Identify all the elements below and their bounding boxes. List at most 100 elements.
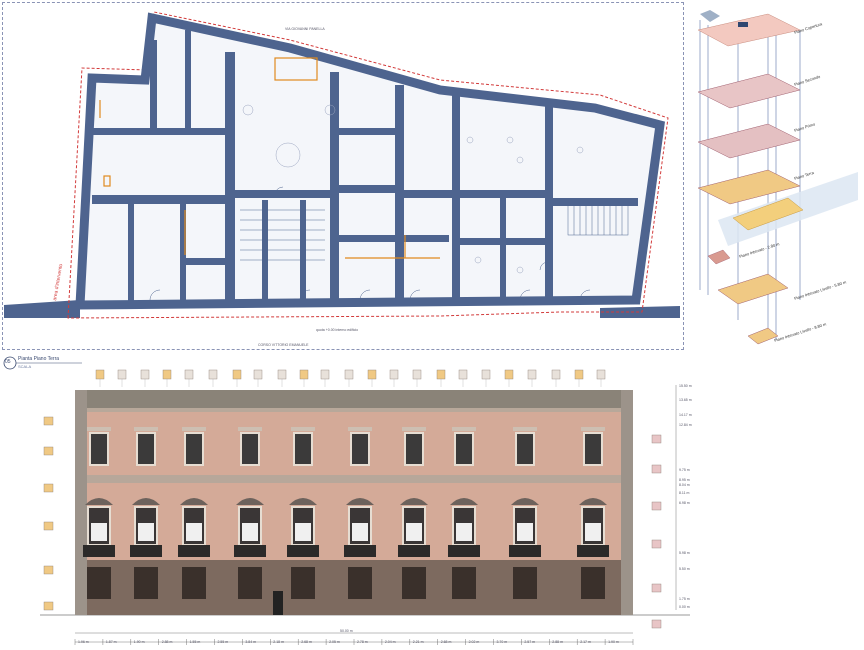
- dimension-label: 2.04 m: [384, 640, 396, 644]
- window-lintel: [238, 427, 262, 431]
- legend-swatch: [412, 369, 422, 380]
- balcony-railing: [234, 545, 266, 557]
- dimension-label: 1.96 m: [78, 640, 89, 644]
- elevation-label: 5.98 m: [679, 551, 690, 555]
- window-lintel: [581, 427, 605, 431]
- upper-window: [184, 432, 204, 466]
- ground-window-grille: [513, 567, 537, 599]
- dimension-label: 2.02 m: [468, 640, 480, 644]
- window-lintel: [452, 427, 476, 431]
- level-basement-2: [707, 249, 731, 265]
- ground-window-grille: [402, 567, 426, 599]
- ground-door: [273, 591, 283, 615]
- floor-plan: [4, 11, 680, 319]
- dimension-label: 3.70 m: [496, 640, 508, 644]
- window-panel: [585, 523, 601, 541]
- elevation-label: 13.65 m: [679, 398, 692, 402]
- ground-window-grille: [134, 567, 158, 599]
- dimension-label: 2.18 m: [273, 640, 284, 644]
- top-legend-icons: [95, 369, 606, 387]
- legend-swatch: [43, 521, 54, 531]
- balcony-railing: [398, 545, 430, 557]
- balcony-railing: [178, 545, 210, 557]
- roof-object: [700, 10, 720, 22]
- dimension-label: 3.84 m: [245, 640, 257, 644]
- legend-swatch: [651, 501, 662, 511]
- elevation-label: 15.50 m: [679, 384, 692, 388]
- elevation-label: 6.98 m: [679, 501, 690, 505]
- ground-window-grille: [348, 567, 372, 599]
- dimension-label: 2.55 m: [217, 640, 229, 644]
- level-basement-3: [717, 273, 789, 305]
- upper-window: [404, 432, 424, 466]
- ground-window-grille: [581, 567, 605, 599]
- elevation-label: 8.11 m: [679, 491, 690, 495]
- balcony-railing: [448, 545, 480, 557]
- window-lintel: [513, 427, 537, 431]
- upper-window: [89, 432, 109, 466]
- window-lintel: [182, 427, 206, 431]
- upper-window: [454, 432, 474, 466]
- legend-swatch: [299, 369, 309, 380]
- legend-swatch: [43, 416, 54, 426]
- window-lintel: [348, 427, 372, 431]
- elevation-label: 1.75 m: [679, 597, 690, 601]
- legend-swatch: [389, 369, 399, 380]
- legend-swatch: [43, 483, 54, 493]
- legend-swatch: [504, 369, 514, 380]
- upper-window: [515, 432, 535, 466]
- elevation-label: 5.50 m: [679, 567, 690, 571]
- window-panel: [186, 523, 202, 541]
- upper-window: [293, 432, 313, 466]
- dimension-label: 2.68 m: [440, 640, 452, 644]
- dimension-label: 2.78 m: [357, 640, 368, 644]
- elevation-label: 8.04 m: [679, 483, 690, 487]
- ground-window-grille: [291, 567, 315, 599]
- legend-swatch: [277, 369, 287, 380]
- window-panel: [517, 523, 533, 541]
- ground-window-grille: [87, 567, 111, 599]
- top-street-label: VIA GIOVANNI PANELLA: [285, 27, 325, 31]
- window-panel: [456, 523, 472, 541]
- ground-window-grille: [452, 567, 476, 599]
- facade-elevation: [40, 369, 690, 645]
- axonometric-view: [697, 10, 858, 345]
- window-lintel: [291, 427, 315, 431]
- legend-swatch: [651, 464, 662, 474]
- bottom-street-label: CORSO VITTORIO EMANUELE: [258, 343, 309, 347]
- dimension-label: 1.87 m: [105, 640, 117, 644]
- ground-window-grille: [182, 567, 206, 599]
- legend-swatch: [651, 583, 662, 593]
- dimension-label: 1.55 m: [189, 640, 201, 644]
- legend-swatch: [367, 369, 377, 380]
- elevation-label: 0.00 m: [679, 605, 690, 609]
- legend-swatch: [651, 434, 662, 444]
- balcony-railing: [130, 545, 162, 557]
- window-lintel: [87, 427, 111, 431]
- elevation-label: 9.75 m: [679, 468, 690, 472]
- balcony-railing: [577, 545, 609, 557]
- legend-swatch: [651, 539, 662, 549]
- legend-swatch: [320, 369, 330, 380]
- legend-swatch: [43, 565, 54, 575]
- level-first: [697, 123, 801, 159]
- legend-swatch: [162, 369, 172, 380]
- dimension-label: 2.05 m: [329, 640, 340, 644]
- legend-swatch: [43, 601, 54, 611]
- legend-swatch: [344, 369, 354, 380]
- elevation-label: 8.95 m: [679, 478, 690, 482]
- window-lintel: [134, 427, 158, 431]
- balcony-railing: [83, 545, 115, 557]
- balcony-railing: [287, 545, 319, 557]
- dimension-label: 1.90 m: [133, 640, 145, 644]
- legend-swatch: [596, 369, 606, 380]
- cornice: [75, 390, 633, 408]
- window-lintel: [402, 427, 426, 431]
- elevation-label: 12.84 m: [679, 423, 692, 427]
- upper-window: [583, 432, 603, 466]
- legend-swatch: [253, 369, 263, 380]
- string-course: [75, 475, 633, 483]
- left-pilaster: [75, 390, 87, 615]
- dimension-label: 2.68 m: [301, 640, 312, 644]
- legend-swatch: [43, 446, 54, 456]
